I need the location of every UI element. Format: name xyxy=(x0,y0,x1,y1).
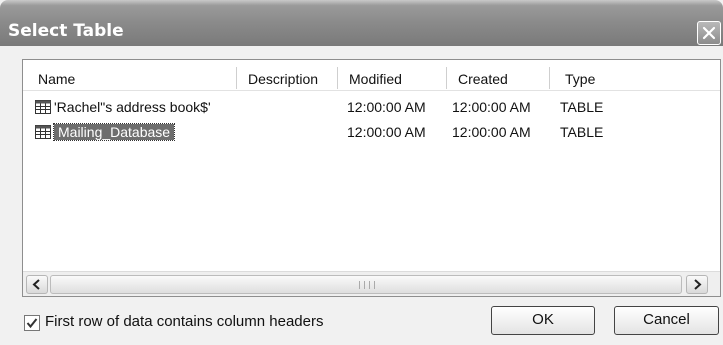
chevron-right-icon xyxy=(694,279,702,290)
chevron-left-icon xyxy=(32,279,40,290)
row-type: TABLE xyxy=(560,99,604,115)
column-header-name[interactable]: Name xyxy=(38,60,75,90)
table-icon xyxy=(35,100,51,114)
row-type: TABLE xyxy=(560,124,604,140)
row-name: Mailing_Database xyxy=(52,123,176,141)
close-icon xyxy=(702,26,716,40)
table-row[interactable]: 'Rachel"s address book$' 12:00:00 AM 12:… xyxy=(23,95,720,119)
title-bar[interactable]: Select Table xyxy=(0,0,723,46)
horizontal-scrollbar[interactable] xyxy=(23,271,720,296)
column-divider[interactable] xyxy=(549,67,550,89)
table-icon xyxy=(35,125,51,139)
row-created: 12:00:00 AM xyxy=(452,124,531,140)
column-divider[interactable] xyxy=(236,67,237,89)
scroll-grip xyxy=(359,281,375,289)
checkmark-icon xyxy=(26,318,38,329)
ok-button[interactable]: OK xyxy=(491,306,595,335)
first-row-headers-label[interactable]: First row of data contains column header… xyxy=(45,313,323,330)
dialog-title: Select Table xyxy=(8,21,124,41)
select-table-dialog: Select Table Name Description Modified C… xyxy=(0,0,723,345)
row-modified: 12:00:00 AM xyxy=(347,124,426,140)
scroll-left-button[interactable] xyxy=(26,275,48,294)
column-header-created[interactable]: Created xyxy=(458,60,508,90)
column-header-description[interactable]: Description xyxy=(248,60,318,90)
scroll-right-button[interactable] xyxy=(686,275,708,294)
column-header-modified[interactable]: Modified xyxy=(349,60,402,90)
table-list[interactable]: Name Description Modified Created Type '… xyxy=(22,59,721,297)
column-header-row: Name Description Modified Created Type xyxy=(23,60,720,91)
table-row-selected[interactable]: Mailing_Database 12:00:00 AM 12:00:00 AM… xyxy=(23,120,720,144)
row-name: 'Rachel"s address book$' xyxy=(54,99,211,115)
column-header-type[interactable]: Type xyxy=(565,60,595,90)
column-divider[interactable] xyxy=(446,67,447,89)
first-row-headers-checkbox[interactable] xyxy=(24,315,40,331)
row-created: 12:00:00 AM xyxy=(452,99,531,115)
column-divider[interactable] xyxy=(337,67,338,89)
cancel-button[interactable]: Cancel xyxy=(614,306,719,335)
row-modified: 12:00:00 AM xyxy=(347,99,426,115)
close-button[interactable] xyxy=(697,21,721,45)
scroll-thumb[interactable] xyxy=(50,275,682,294)
